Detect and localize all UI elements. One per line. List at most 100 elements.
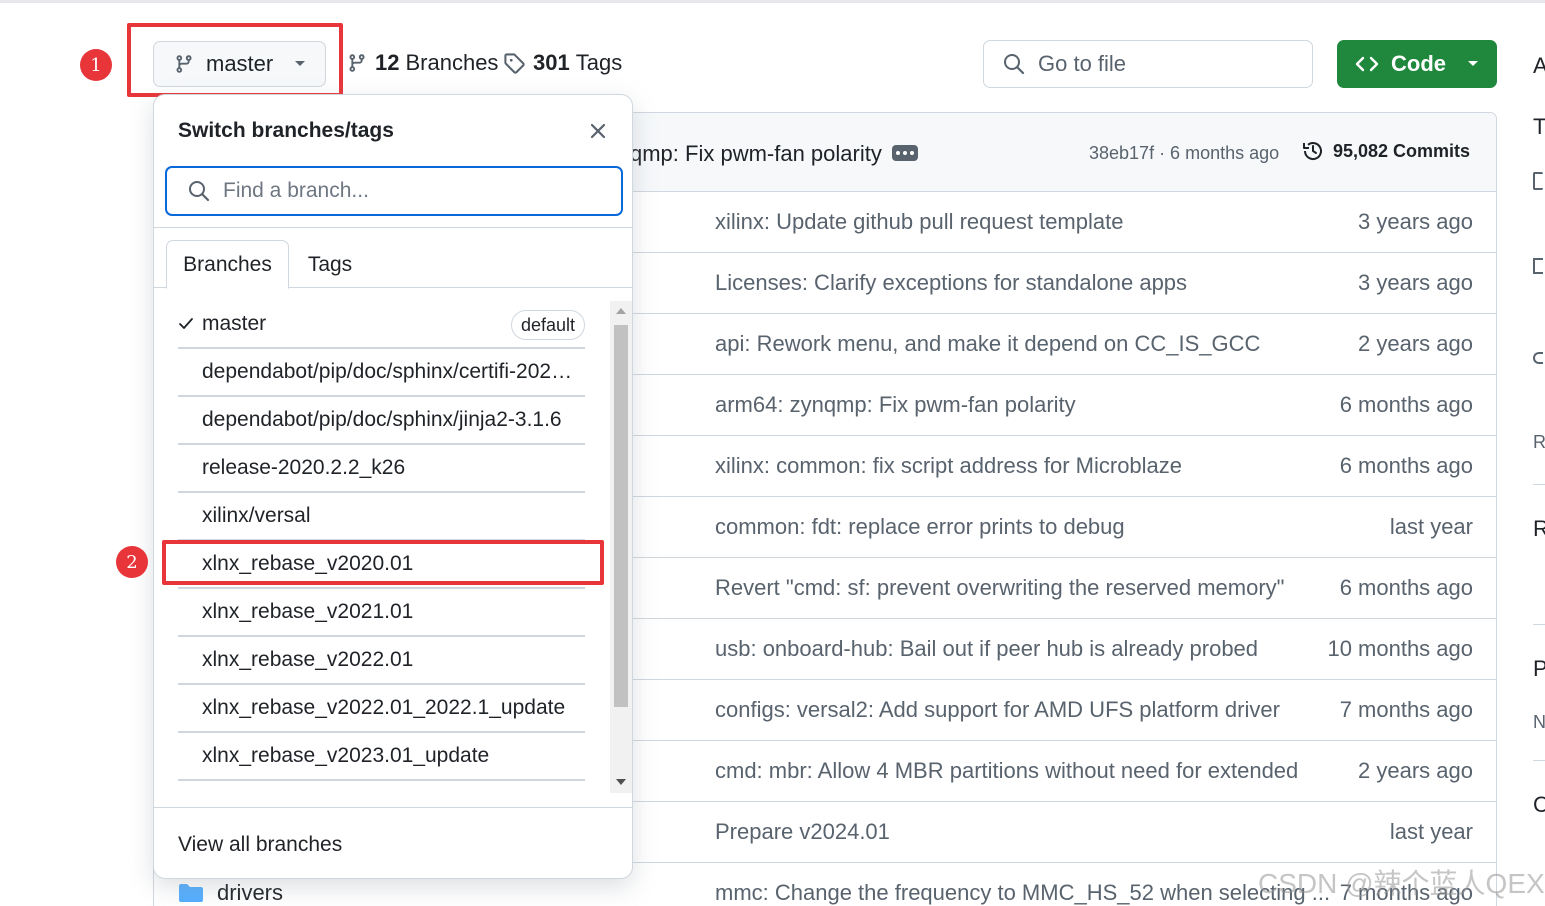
branch-name: dependabot/pip/doc/sphinx/jinja2-3.1.6 <box>202 408 562 431</box>
commit-age: 10 months ago <box>1327 636 1473 661</box>
go-to-file-placeholder: Go to file <box>1038 51 1127 76</box>
commit-message-link[interactable]: configs: versal2: Add support for AMD UF… <box>715 697 1280 723</box>
annotation-badge-1: 1 <box>80 49 112 81</box>
commit-message-link[interactable]: arm64: zynqmp: Fix pwm-fan polarity <box>715 392 1076 418</box>
branch-name: dependabot/pip/doc/sphinx/certifi-2024.7… <box>202 360 582 383</box>
tags-count: 301 <box>533 50 570 75</box>
code-icon <box>1355 55 1379 73</box>
folder-icon <box>178 883 204 906</box>
branch-name: xlnx_rebase_v2021.01 <box>202 600 414 623</box>
branch-name: xlnx_rebase_v2023.01_update <box>202 744 490 767</box>
commit-age: 6 months ago <box>1339 453 1473 478</box>
commit-message-link[interactable]: api: Rework menu, and make it depend on … <box>715 331 1260 357</box>
tag-icon <box>503 52 525 74</box>
branch-search-field[interactable] <box>165 166 623 216</box>
branch-item[interactable]: xilinx/versal <box>178 493 585 541</box>
commit-age: 7 months ago <box>1339 697 1473 722</box>
branches-link[interactable]: 12 Branches <box>347 50 498 76</box>
branch-item[interactable]: dependabot/pip/doc/sphinx/jinja2-3.1.6 <box>178 397 585 445</box>
branch-item[interactable]: xlnx_rebase_v2022.01 <box>178 637 585 685</box>
sidebar-text: N <box>1533 712 1545 732</box>
branch-name: xlnx_rebase_v2022.01_2022.1_update <box>202 696 566 719</box>
commit-hash-age[interactable]: 38eb17f · 6 months ago <box>1089 143 1279 164</box>
tab-branches[interactable]: Branches <box>166 240 289 289</box>
eye-icon <box>1533 352 1543 364</box>
sidebar-divider <box>1533 624 1545 625</box>
branch-item[interactable]: xlnx_rebase_v2021.01 <box>178 589 585 637</box>
commit-message-link[interactable]: Licenses: Clarify exceptions for standal… <box>715 270 1187 296</box>
branch-name: xilinx/versal <box>202 504 311 527</box>
close-icon[interactable] <box>588 121 608 141</box>
go-to-file-input[interactable]: Go to file <box>983 40 1313 88</box>
commit-age: last year <box>1389 514 1473 539</box>
book-icon <box>1533 172 1543 190</box>
caret-down-icon <box>1466 59 1480 69</box>
sidebar-heading: P <box>1533 656 1545 681</box>
scroll-up-arrow-icon[interactable] <box>616 308 626 314</box>
file-icon <box>1533 258 1543 274</box>
latest-commit-message[interactable]: qmp: Fix pwm-fan polarity <box>630 141 882 167</box>
branch-item[interactable]: release-2020.2.2_k26 <box>178 445 585 493</box>
code-button-label: Code <box>1391 51 1446 76</box>
commit-age: 6 months ago <box>1339 392 1473 417</box>
divider <box>154 227 632 228</box>
commit-age: last year <box>1389 819 1473 844</box>
search-icon <box>1002 52 1026 76</box>
sidebar-divider <box>1533 760 1545 761</box>
branch-item[interactable]: xlnx_rebase_v2022.01_2022.1_update <box>178 685 585 733</box>
history-icon <box>1301 139 1325 163</box>
sidebar-heading: R <box>1533 516 1545 541</box>
check-icon <box>178 316 202 332</box>
default-badge: default <box>510 310 585 340</box>
sidebar-text: R <box>1533 432 1545 452</box>
branch-name: xlnx_rebase_v2022.01 <box>202 648 414 671</box>
file-name-link[interactable]: drivers <box>217 880 283 906</box>
tags-link[interactable]: 301 Tags <box>503 50 622 76</box>
branch-search-input[interactable] <box>223 179 603 203</box>
dropdown-title: Switch branches/tags <box>178 119 394 142</box>
branch-name: release-2020.2.2_k26 <box>202 456 406 479</box>
scroll-down-arrow-icon[interactable] <box>616 779 626 785</box>
commit-message-link[interactable]: usb: onboard-hub: Bail out if peer hub i… <box>715 636 1258 662</box>
annotation-highlight-1 <box>127 23 343 97</box>
annotation-highlight-2 <box>162 540 604 585</box>
branch-tag-tabs: Branches Tags <box>154 240 632 289</box>
tags-label: Tags <box>575 50 623 75</box>
sidebar-heading: C <box>1533 792 1545 817</box>
git-branch-icon <box>347 51 367 75</box>
sidebar-text: T <box>1533 114 1545 139</box>
code-button[interactable]: Code <box>1337 40 1497 88</box>
commit-message-link[interactable]: Revert "cmd: sf: prevent overwriting the… <box>715 575 1284 601</box>
commit-message-link[interactable]: xilinx: Update github pull request templ… <box>715 209 1123 235</box>
top-border <box>0 0 1545 3</box>
commit-message-link[interactable]: cmd: mbr: Allow 4 MBR partitions without… <box>715 758 1298 784</box>
branch-item[interactable]: xlnx_rebase_v2023.01_update <box>178 733 585 781</box>
annotation-badge-2: 2 <box>116 546 148 578</box>
commits-history-link[interactable]: 95,082 Commits <box>1301 139 1470 163</box>
tab-tags[interactable]: Tags <box>290 240 370 289</box>
commit-message-link[interactable]: xilinx: common: fix script address for M… <box>715 453 1182 479</box>
branches-label: Branches <box>405 50 499 75</box>
divider <box>154 807 632 808</box>
branch-list-scrollbar[interactable] <box>610 301 632 793</box>
commit-message-link[interactable]: Prepare v2024.01 <box>715 819 890 845</box>
sidebar-heading: A <box>1533 53 1545 78</box>
branch-item[interactable]: dependabot/pip/doc/sphinx/certifi-2024.7… <box>178 349 585 397</box>
ellipsis-icon[interactable] <box>892 145 918 161</box>
watermark: CSDN @辣个蓝人QEX <box>1258 868 1545 899</box>
view-all-branches-link[interactable]: View all branches <box>178 833 342 857</box>
commit-age: 2 years ago <box>1358 331 1473 356</box>
commits-count-label: 95,082 Commits <box>1333 140 1471 161</box>
commit-age: 2 years ago <box>1358 758 1473 783</box>
sidebar-divider <box>1533 484 1545 485</box>
scroll-thumb[interactable] <box>614 325 628 707</box>
branches-count: 12 <box>375 50 400 75</box>
branch-item-master[interactable]: master default <box>178 301 585 349</box>
commit-age: 3 years ago <box>1358 209 1473 234</box>
search-icon <box>187 179 211 203</box>
commit-age: 6 months ago <box>1339 575 1473 600</box>
branch-switcher-dropdown: Switch branches/tags Branches Tags maste… <box>153 94 633 879</box>
commit-message-link[interactable]: mmc: Change the frequency to MMC_HS_52 w… <box>715 880 1330 906</box>
commit-message-link[interactable]: common: fdt: replace error prints to deb… <box>715 514 1125 540</box>
commit-age: 3 years ago <box>1358 270 1473 295</box>
